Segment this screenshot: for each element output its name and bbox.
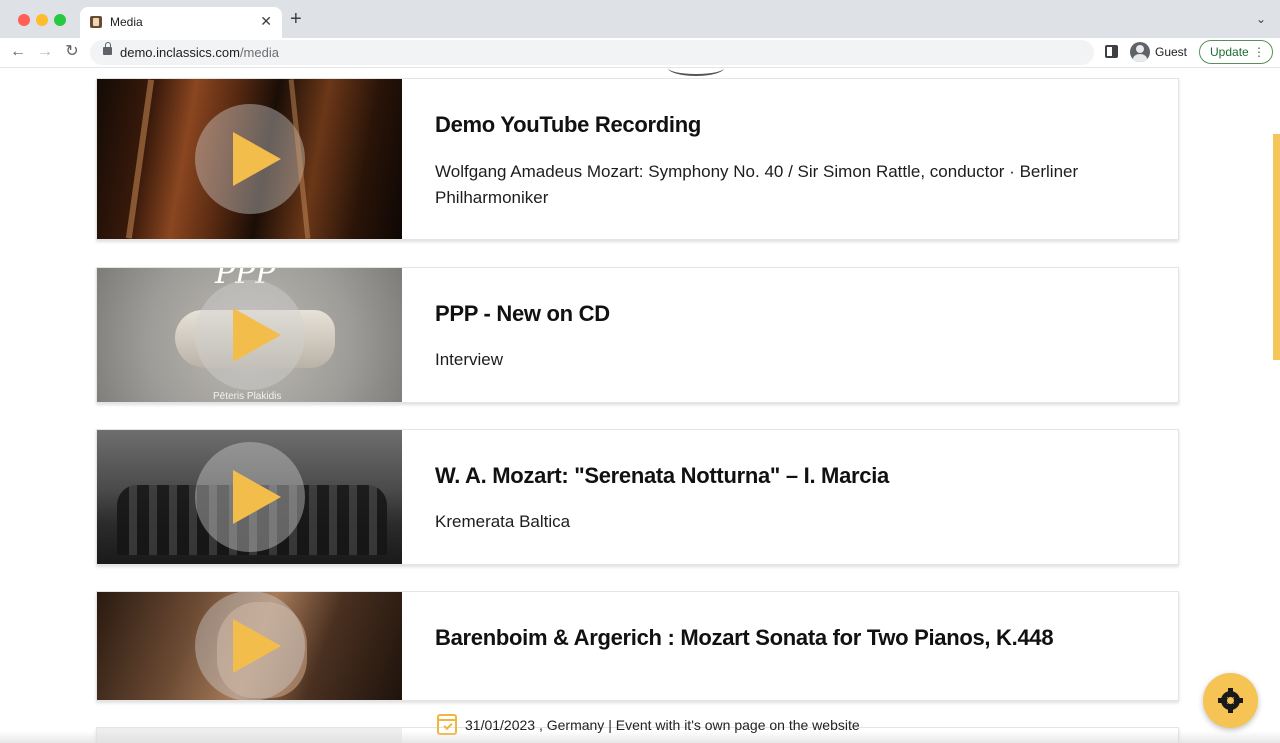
bottom-fade [0, 731, 1280, 743]
play-button[interactable] [195, 280, 305, 390]
tab-bar: Media ✕ + ⌄ [0, 0, 1280, 38]
media-title[interactable]: Barenboim & Argerich : Mozart Sonata for… [435, 625, 1054, 651]
play-icon [233, 470, 281, 524]
site-favicon-icon [90, 16, 102, 28]
maximize-window-icon[interactable] [54, 14, 66, 26]
update-button[interactable]: Update ⋮ [1199, 40, 1273, 64]
play-button[interactable] [195, 442, 305, 552]
reload-icon[interactable]: ↻ [62, 42, 82, 62]
play-icon [233, 132, 281, 186]
media-subtitle: Interview [435, 350, 504, 369]
close-window-icon[interactable] [18, 14, 30, 26]
media-title[interactable]: Demo YouTube Recording [435, 112, 701, 138]
video-thumbnail[interactable]: PPP Pēteris Plakidis [97, 268, 402, 402]
back-arrow-icon[interactable]: ← [8, 42, 28, 62]
scrollbar-thumb[interactable] [1273, 134, 1280, 360]
tab-title: Media [110, 15, 143, 29]
more-vertical-icon: ⋮ [1253, 45, 1265, 59]
browser-tab-media[interactable]: Media ✕ [80, 7, 282, 38]
url-path: /media [239, 45, 279, 60]
video-thumbnail[interactable] [97, 430, 402, 564]
thumbnail-caption: Pēteris Plakidis [213, 391, 282, 402]
address-bar[interactable]: demo.inclassics.com/media [90, 40, 1094, 65]
media-subtitle: Wolfgang Amadeus Mozart: Symphony No. 40… [435, 162, 1079, 207]
media-title[interactable]: W. A. Mozart: "Serenata Notturna" – I. M… [435, 463, 889, 489]
forward-arrow-icon[interactable]: → [35, 42, 55, 62]
video-thumbnail[interactable] [97, 592, 402, 700]
play-icon [233, 308, 281, 362]
profile-label: Guest [1155, 45, 1188, 59]
gear-hub [1227, 697, 1234, 704]
video-thumbnail[interactable] [97, 79, 402, 239]
url-host: demo.inclassics.com [120, 45, 240, 60]
profile-button[interactable]: Guest [1128, 41, 1194, 63]
site-logo-fragment [668, 60, 724, 76]
play-button[interactable] [195, 592, 305, 700]
media-card[interactable]: Demo YouTube Recording Wolfgang Amadeus … [96, 78, 1179, 240]
media-card[interactable]: PPP Pēteris Plakidis PPP - New on CD Int… [96, 267, 1179, 403]
browser-toolbar: ← → ↻ demo.inclassics.com/media Guest Up… [0, 38, 1280, 68]
media-title[interactable]: PPP - New on CD [435, 301, 610, 327]
tab-close-icon[interactable]: ✕ [260, 13, 272, 29]
media-subtitle: Kremerata Baltica [435, 512, 571, 531]
url-text: demo.inclassics.com/media [120, 45, 279, 60]
minimize-window-icon[interactable] [36, 14, 48, 26]
side-panel-icon[interactable] [1105, 45, 1118, 58]
lock-icon [103, 42, 112, 55]
new-tab-icon[interactable]: + [290, 8, 302, 30]
media-card[interactable]: Barenboim & Argerich : Mozart Sonata for… [96, 591, 1179, 701]
update-label: Update [1210, 45, 1249, 59]
play-icon [233, 619, 281, 673]
media-card[interactable]: W. A. Mozart: "Serenata Notturna" – I. M… [96, 429, 1179, 565]
avatar-icon [1130, 42, 1150, 62]
play-button[interactable] [195, 104, 305, 214]
tab-search-chevron-icon[interactable]: ⌄ [1256, 12, 1266, 26]
settings-button[interactable] [1203, 673, 1258, 728]
